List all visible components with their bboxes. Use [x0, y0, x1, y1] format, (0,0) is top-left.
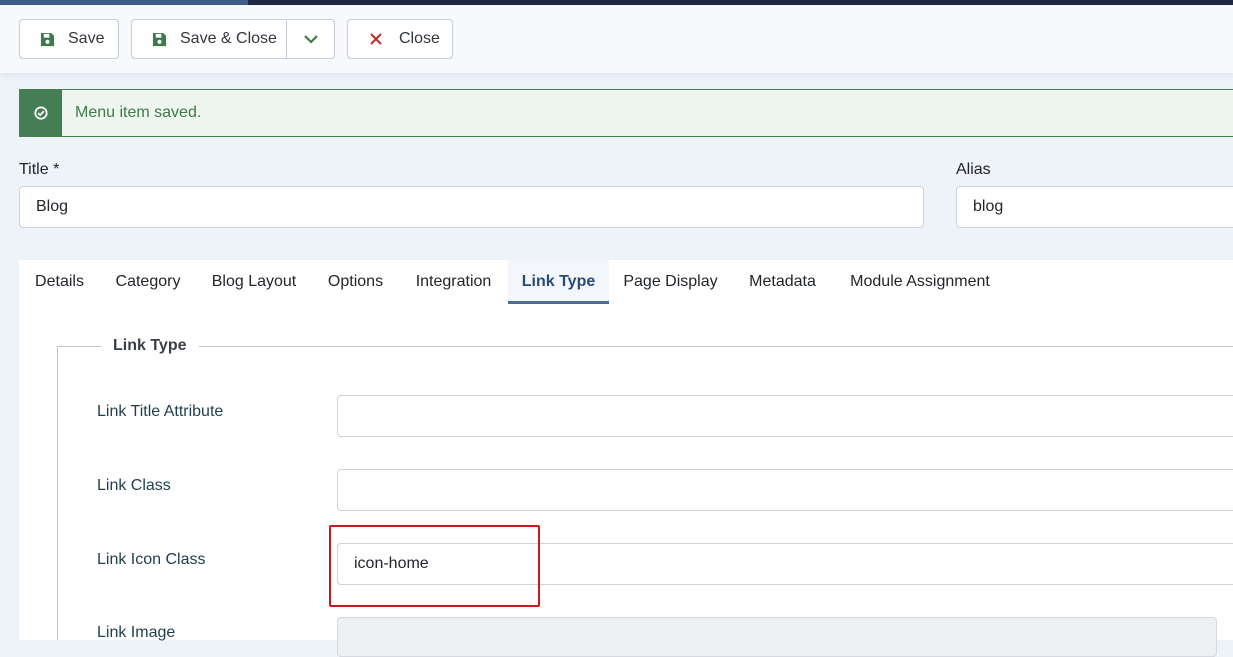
tab-metadata[interactable]: Metadata — [732, 260, 833, 304]
chevron-down-icon — [304, 35, 318, 44]
link-class-label: Link Class — [97, 477, 171, 494]
close-button[interactable]: Close — [347, 19, 453, 59]
tab-options[interactable]: Options — [312, 260, 399, 304]
tab-details[interactable]: Details — [19, 260, 100, 304]
toolbar: Save Save & Close Close — [0, 5, 1233, 73]
link-icon-class-label: Link Icon Class — [97, 551, 206, 568]
tab-module-assignment[interactable]: Module Assignment — [833, 260, 1007, 304]
alias-input[interactable] — [956, 186, 1233, 228]
alias-label: Alias — [956, 161, 991, 178]
save-close-button[interactable]: Save & Close — [131, 19, 335, 59]
link-icon-class-input[interactable] — [337, 543, 1233, 585]
link-image-label: Link Image — [97, 624, 176, 641]
fieldset-legend: Link Type — [101, 337, 199, 355]
save-options-dropdown-toggle[interactable] — [287, 20, 335, 58]
success-alert: Menu item saved. — [19, 89, 1233, 137]
link-title-attribute-input[interactable] — [337, 395, 1233, 437]
link-title-attribute-label: Link Title Attribute — [97, 403, 224, 420]
check-circle-icon — [20, 90, 62, 136]
save-icon — [38, 30, 56, 48]
title-input[interactable] — [19, 186, 924, 228]
title-label: Title * — [19, 161, 60, 178]
close-button-label: Close — [399, 30, 440, 47]
tab-category[interactable]: Category — [100, 260, 196, 304]
tab-bar: Details Category Blog Layout Options Int… — [19, 260, 1233, 306]
save-close-button-label: Save & Close — [180, 30, 277, 47]
tab-page-display[interactable]: Page Display — [609, 260, 732, 304]
fieldset-border — [57, 346, 58, 640]
save-button[interactable]: Save — [19, 19, 119, 59]
alert-message: Menu item saved. — [75, 104, 202, 121]
tab-link-type[interactable]: Link Type — [508, 260, 609, 304]
tab-blog-layout[interactable]: Blog Layout — [196, 260, 312, 304]
tab-integration[interactable]: Integration — [399, 260, 508, 304]
save-icon — [150, 30, 168, 48]
link-image-field[interactable] — [337, 617, 1217, 657]
save-button-label: Save — [68, 30, 105, 47]
fieldset-border — [57, 346, 1233, 347]
close-icon — [367, 30, 385, 48]
link-class-input[interactable] — [337, 469, 1233, 511]
